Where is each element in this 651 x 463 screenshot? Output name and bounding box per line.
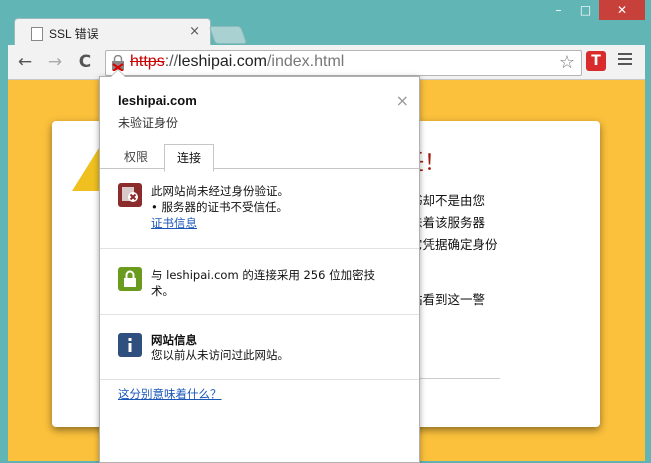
tab-close-icon[interactable]: × bbox=[189, 24, 200, 39]
divider bbox=[100, 248, 419, 249]
menu-icon[interactable] bbox=[618, 53, 632, 68]
site-info-title: 网站信息 bbox=[151, 333, 197, 347]
warning-line: 味着该服务器 bbox=[410, 215, 486, 230]
document-icon bbox=[31, 27, 43, 41]
divider bbox=[410, 378, 500, 379]
site-info-line: 您以前从未访问过此网站。 bbox=[151, 348, 289, 362]
identity-line: • 服务器的证书不受信任。 bbox=[151, 200, 288, 214]
reload-button[interactable]: C bbox=[74, 51, 96, 73]
lock-icon bbox=[118, 267, 142, 291]
popup-host: leshipai.com bbox=[118, 93, 197, 108]
close-window-button[interactable]: ✕ bbox=[599, 0, 645, 20]
popup-close-icon[interactable]: × bbox=[396, 91, 409, 110]
tab-title: SSL 错误 bbox=[49, 27, 99, 41]
url-text[interactable]: https://leshipai.com/index.html bbox=[130, 53, 344, 71]
extension-t-button[interactable]: T bbox=[586, 51, 606, 71]
address-bar[interactable]: https://leshipai.com/index.html ☆ bbox=[105, 50, 582, 76]
window-controls: – □ ✕ bbox=[545, 0, 645, 20]
url-path: /index.html bbox=[266, 53, 345, 70]
certificate-info-link[interactable]: 证书信息 bbox=[151, 216, 197, 231]
new-tab-button[interactable] bbox=[208, 26, 248, 44]
warning-line: 书却不是由您 bbox=[410, 193, 486, 208]
maximize-button[interactable]: □ bbox=[572, 0, 599, 20]
warning-line: 站看到这一警 bbox=[410, 292, 486, 307]
toolbar: ← → C https://leshipai.com/index.html ☆ … bbox=[8, 45, 645, 80]
tab-connection[interactable]: 连接 bbox=[164, 144, 215, 172]
back-button[interactable]: ← bbox=[14, 51, 36, 73]
popup-subtitle: 未验证身份 bbox=[118, 116, 179, 130]
url-host: leshipai.com bbox=[178, 53, 267, 70]
tab-permissions[interactable]: 权限 bbox=[124, 148, 148, 165]
certificate-error-icon bbox=[118, 183, 142, 207]
url-scheme: https bbox=[130, 53, 165, 70]
forward-button[interactable]: → bbox=[44, 51, 66, 73]
warning-line: 它凭据确定身份 bbox=[410, 237, 498, 252]
info-icon bbox=[118, 333, 142, 357]
connection-line: 术。 bbox=[151, 284, 174, 298]
tab-ssl-error[interactable]: SSL 错误 × bbox=[14, 18, 211, 47]
minimize-button[interactable]: – bbox=[545, 0, 572, 20]
site-info-popup: leshipai.com 未验证身份 × 权限 连接 此网站尚未经过身份验证。 … bbox=[99, 69, 420, 463]
divider bbox=[100, 379, 419, 380]
divider bbox=[100, 314, 419, 315]
bookmark-star-icon[interactable]: ☆ bbox=[559, 52, 575, 73]
url-separator: :// bbox=[164, 53, 179, 70]
identity-line: 此网站尚未经过身份验证。 bbox=[151, 184, 289, 198]
what-does-this-mean-link[interactable]: 这分别意味着什么？ bbox=[118, 386, 222, 402]
connection-line: 与 leshipai.com 的连接采用 256 位加密技 bbox=[151, 268, 376, 282]
popup-tabs: 权限 连接 bbox=[100, 144, 419, 172]
popup-arrow bbox=[110, 69, 126, 77]
